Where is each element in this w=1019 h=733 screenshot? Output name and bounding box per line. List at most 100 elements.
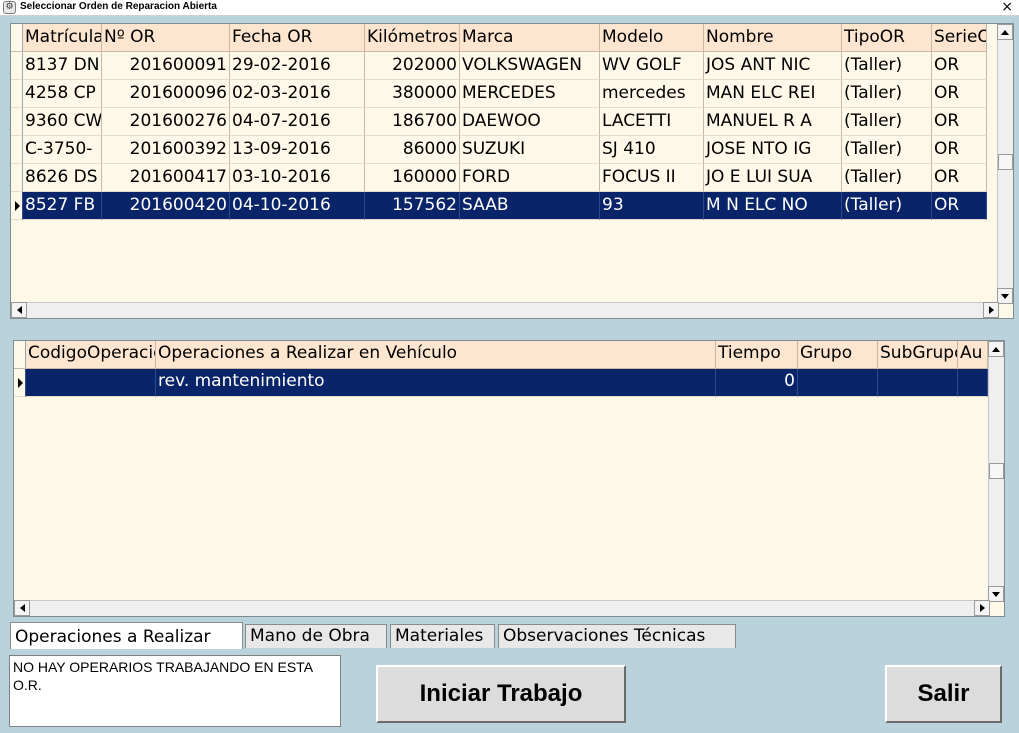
column-header[interactable]: Fecha OR — [230, 24, 365, 52]
table-cell[interactable]: 186700 — [365, 108, 460, 136]
table-cell[interactable]: 201600096 — [102, 80, 230, 108]
table-cell[interactable]: 201600091 — [102, 52, 230, 80]
scroll-thumb[interactable] — [989, 463, 1004, 479]
table-cell[interactable]: JO E LUI SUA — [704, 164, 842, 192]
table-row[interactable]: 9360 CW 201600276 04-07-2016 186700 DAEWOO LA… — [11, 108, 987, 136]
table-cell[interactable] — [958, 369, 988, 397]
table-cell[interactable]: M N ELC NO — [704, 192, 842, 220]
column-header[interactable]: TipoOR — [842, 24, 932, 52]
table-cell[interactable]: 0 — [716, 369, 798, 397]
table-cell[interactable]: JOSE NTO IG — [704, 136, 842, 164]
scroll-down-button[interactable] — [988, 586, 1004, 602]
table-cell[interactable] — [878, 369, 958, 397]
table-cell[interactable]: OR — [932, 52, 987, 80]
table-cell[interactable]: 04-07-2016 — [230, 108, 365, 136]
column-header[interactable]: Matrícula — [23, 24, 102, 52]
table-cell[interactable]: LACETTI — [600, 108, 704, 136]
table-cell[interactable]: rev. mantenimiento — [156, 369, 716, 397]
table-cell[interactable]: 02-03-2016 — [230, 80, 365, 108]
table-cell[interactable]: 8626 DS — [23, 164, 102, 192]
table-cell[interactable]: OR — [932, 192, 987, 220]
vertical-scrollbar[interactable] — [988, 341, 1004, 602]
orders-grid[interactable]: Matrícula Nº OR Fecha OR Kilómetros Marca Mod… — [10, 23, 1014, 319]
table-cell[interactable]: OR — [932, 136, 987, 164]
column-header[interactable]: Modelo — [600, 24, 704, 52]
table-cell[interactable]: 9360 CW — [23, 108, 102, 136]
table-cell[interactable]: MANUEL R A — [704, 108, 842, 136]
table-cell[interactable]: 201600417 — [102, 164, 230, 192]
table-cell[interactable]: JOS ANT NIC — [704, 52, 842, 80]
table-cell[interactable]: 86000 — [365, 136, 460, 164]
table-cell[interactable]: (Taller) — [842, 136, 932, 164]
scroll-up-button[interactable] — [988, 341, 1004, 357]
table-cell[interactable]: 03-10-2016 — [230, 164, 365, 192]
tab-observaciones-t-cnicas[interactable]: Observaciones Técnicas — [498, 624, 736, 648]
table-cell[interactable] — [798, 369, 878, 397]
operations-grid[interactable]: CodigoOperacionOperaciones a Realizar en… — [13, 340, 1005, 617]
tab-operaciones-a-realizar[interactable]: Operaciones a Realizar — [10, 622, 243, 649]
table-cell[interactable]: 201600276 — [102, 108, 230, 136]
table-cell[interactable]: 8137 DN — [23, 52, 102, 80]
scroll-left-button[interactable] — [11, 302, 27, 318]
column-header[interactable]: Marca — [460, 24, 600, 52]
table-cell[interactable]: 13-09-2016 — [230, 136, 365, 164]
table-cell[interactable]: 201600392 — [102, 136, 230, 164]
column-header[interactable]: SubGrupo — [878, 341, 958, 369]
table-row[interactable]: 8527 FB 201600420 04-10-2016 157562 SAAB 93 M … — [11, 192, 987, 220]
scroll-up-button[interactable] — [997, 24, 1013, 40]
table-cell[interactable]: 29-02-2016 — [230, 52, 365, 80]
scroll-thumb[interactable] — [998, 154, 1013, 170]
horizontal-scrollbar[interactable] — [14, 600, 990, 616]
table-cell[interactable]: mercedes — [600, 80, 704, 108]
column-header[interactable]: Kilómetros — [365, 24, 460, 52]
scroll-right-button[interactable] — [983, 302, 999, 318]
table-cell[interactable]: C-3750- — [23, 136, 102, 164]
table-cell[interactable]: MAN ELC REI — [704, 80, 842, 108]
column-header[interactable]: Nombre — [704, 24, 842, 52]
table-cell[interactable]: 202000 — [365, 52, 460, 80]
column-header[interactable]: Tiempo — [716, 341, 798, 369]
table-cell[interactable]: WV GOLF — [600, 52, 704, 80]
table-cell[interactable]: 93 — [600, 192, 704, 220]
table-cell[interactable]: VOLKSWAGEN — [460, 52, 600, 80]
column-header[interactable]: SerieOR — [932, 24, 987, 52]
table-cell[interactable]: 04-10-2016 — [230, 192, 365, 220]
table-cell[interactable]: DAEWOO — [460, 108, 600, 136]
scroll-down-button[interactable] — [997, 288, 1013, 304]
table-row[interactable]: 4258 CP 201600096 02-03-2016 380000 MERCEDES… — [11, 80, 987, 108]
table-row[interactable]: 8626 DS 201600417 03-10-2016 160000 FORD FOCU… — [11, 164, 987, 192]
table-row[interactable]: C-3750- 201600392 13-09-2016 86000 SUZUKI SJ … — [11, 136, 987, 164]
table-cell[interactable]: SUZUKI — [460, 136, 600, 164]
column-header[interactable]: CodigoOperacion — [26, 341, 156, 369]
table-cell[interactable]: 8527 FB — [23, 192, 102, 220]
table-cell[interactable]: 201600420 — [102, 192, 230, 220]
table-cell[interactable]: SAAB — [460, 192, 600, 220]
table-cell[interactable]: OR — [932, 80, 987, 108]
table-cell[interactable] — [26, 369, 156, 397]
vertical-scrollbar[interactable] — [997, 24, 1013, 304]
table-cell[interactable]: 160000 — [365, 164, 460, 192]
table-row[interactable]: 8137 DN 201600091 29-02-2016 202000 VOLKSWAG… — [11, 52, 987, 80]
column-header[interactable]: Au — [958, 341, 988, 369]
start-work-button[interactable]: Iniciar Trabajo — [376, 665, 626, 723]
table-cell[interactable]: (Taller) — [842, 192, 932, 220]
table-cell[interactable]: MERCEDES — [460, 80, 600, 108]
column-header[interactable]: Operaciones a Realizar en Vehículo — [156, 341, 716, 369]
column-header[interactable]: Grupo — [798, 341, 878, 369]
table-cell[interactable]: (Taller) — [842, 52, 932, 80]
table-cell[interactable]: (Taller) — [842, 80, 932, 108]
scroll-left-button[interactable] — [14, 600, 30, 616]
table-cell[interactable]: (Taller) — [842, 108, 932, 136]
table-cell[interactable]: FORD — [460, 164, 600, 192]
table-cell[interactable]: OR — [932, 164, 987, 192]
table-row[interactable]: rev. mantenimiento 0 — [14, 369, 988, 397]
horizontal-scrollbar[interactable] — [11, 302, 999, 318]
table-cell[interactable]: (Taller) — [842, 164, 932, 192]
column-header[interactable]: Nº OR — [102, 24, 230, 52]
scroll-right-button[interactable] — [974, 600, 990, 616]
tab-mano-de-obra[interactable]: Mano de Obra — [245, 624, 387, 648]
table-cell[interactable]: OR — [932, 108, 987, 136]
table-cell[interactable]: 4258 CP — [23, 80, 102, 108]
table-cell[interactable]: 380000 — [365, 80, 460, 108]
table-cell[interactable]: 157562 — [365, 192, 460, 220]
